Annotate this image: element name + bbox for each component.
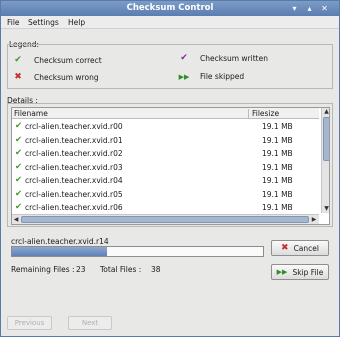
menu-file[interactable]: File	[7, 18, 20, 27]
row-filename: crcl-alien.teacher.xvid.r06	[25, 203, 123, 212]
row-filename: crcl-alien.teacher.xvid.r03	[25, 162, 123, 172]
table-header: Filename Filesize	[12, 108, 319, 119]
file-table[interactable]: Filename Filesize ✔ crcl-alien.teacher.x…	[11, 107, 330, 225]
checkmark-icon: ✔	[14, 55, 22, 65]
column-filename[interactable]: Filename	[14, 109, 249, 119]
progress-fill	[12, 247, 108, 256]
skip-icon: ▶▶	[276, 268, 288, 276]
progress-bar	[11, 246, 264, 257]
checkmark-icon: ✔	[15, 175, 23, 185]
row-filename: crcl-alien.teacher.xvid.r04	[25, 176, 123, 185]
vertical-scroll-thumb[interactable]	[323, 117, 329, 161]
previous-button[interactable]: Previous	[7, 316, 52, 330]
title-bar[interactable]: Checksum Control ▾ ▴ ✕	[1, 1, 339, 16]
row-filesize: 19.1 MB	[262, 176, 293, 185]
row-filename: crcl-alien.teacher.xvid.r00	[25, 122, 123, 131]
legend-label: Checksum written	[200, 53, 268, 63]
skip-label: Skip File	[292, 267, 324, 277]
table-row[interactable]: ✔ crcl-alien.teacher.xvid.r05 19.1 MB	[12, 188, 319, 202]
details-group: Filename Filesize ✔ crcl-alien.teacher.x…	[7, 103, 333, 227]
total-files-label: Total Files :	[100, 265, 142, 274]
legend-item-skipped: ▶▶ File skipped	[178, 72, 245, 81]
scroll-right-icon[interactable]: ▶	[310, 215, 318, 224]
remaining-files-label: Remaining Files :	[11, 265, 75, 274]
checkmark-icon: ✔	[15, 134, 23, 145]
total-files-value: 38	[151, 265, 161, 274]
column-filesize[interactable]: Filesize	[252, 109, 279, 118]
menu-settings[interactable]: Settings	[28, 18, 59, 27]
table-row[interactable]: ✔ crcl-alien.teacher.xvid.r00 19.1 MB	[12, 120, 319, 134]
table-row[interactable]: ✔ crcl-alien.teacher.xvid.r01 19.1 MB	[12, 134, 319, 148]
row-filename: crcl-alien.teacher.xvid.r01	[25, 135, 123, 145]
checkmark-icon: ✔	[15, 121, 23, 131]
row-filesize: 19.1 MB	[262, 122, 293, 131]
scroll-down-icon[interactable]: ▼	[322, 205, 329, 213]
cancel-label: Cancel	[293, 243, 319, 253]
legend-item-written: ✔ Checksum written	[178, 53, 268, 63]
checkmark-icon: ✔	[15, 188, 23, 199]
current-file-label: crcl-alien.teacher.xvid.r14	[11, 237, 109, 246]
legend-group: ✔ Checksum correct ✔ Checksum written ✖ …	[7, 44, 333, 89]
legend-item-wrong: ✖ Checksum wrong	[12, 72, 99, 82]
row-filesize: 19.1 MB	[262, 135, 293, 145]
skip-icon: ▶▶	[178, 72, 190, 81]
remaining-files-value: 23	[76, 265, 86, 274]
checkmark-icon: ✔	[15, 148, 23, 158]
cancel-button[interactable]: ✖ Cancel	[271, 240, 329, 256]
legend-label: Checksum wrong	[34, 72, 99, 82]
table-row[interactable]: ✔ crcl-alien.teacher.xvid.r04 19.1 MB	[12, 174, 319, 188]
cancel-icon: ✖	[281, 243, 289, 253]
close-icon[interactable]: ✕	[319, 3, 330, 14]
row-filename: crcl-alien.teacher.xvid.r02	[25, 149, 123, 158]
checkmark-icon: ✔	[15, 161, 23, 172]
legend-label: Checksum correct	[34, 55, 102, 65]
checkmark-icon: ✔	[15, 202, 23, 212]
row-filesize: 19.1 MB	[262, 189, 293, 199]
next-button[interactable]: Next	[68, 316, 112, 330]
table-row[interactable]: ✔ crcl-alien.teacher.xvid.r03 19.1 MB	[12, 161, 319, 175]
checksum-window: Checksum Control ▾ ▴ ✕ File Settings Hel…	[0, 0, 340, 337]
menu-bar: File Settings Help	[1, 16, 339, 29]
scroll-up-icon[interactable]: ▲	[322, 108, 329, 116]
row-filename: crcl-alien.teacher.xvid.r05	[25, 189, 123, 199]
row-filesize: 19.1 MB	[262, 149, 293, 158]
horizontal-scrollbar[interactable]: ◀ ▶	[12, 214, 319, 224]
minimize-icon[interactable]: ▾	[289, 3, 300, 14]
row-filesize: 19.1 MB	[262, 162, 293, 172]
row-filesize: 19.1 MB	[262, 203, 293, 212]
menu-help[interactable]: Help	[68, 18, 85, 27]
skip-file-button[interactable]: ▶▶ Skip File	[271, 264, 329, 280]
table-row[interactable]: ✔ crcl-alien.teacher.xvid.r02 19.1 MB	[12, 147, 319, 161]
checkmark-written-icon: ✔	[180, 53, 188, 63]
table-row[interactable]: ✔ crcl-alien.teacher.xvid.r06 19.1 MB	[12, 201, 319, 215]
maximize-icon[interactable]: ▴	[304, 3, 315, 14]
scroll-left-icon[interactable]: ◀	[12, 215, 20, 224]
legend-label: File skipped	[200, 72, 245, 81]
legend-item-correct: ✔ Checksum correct	[12, 55, 102, 65]
horizontal-scroll-thumb[interactable]	[21, 216, 309, 223]
vertical-scrollbar[interactable]: ▲ ▼	[321, 108, 329, 213]
cross-icon: ✖	[14, 72, 22, 82]
